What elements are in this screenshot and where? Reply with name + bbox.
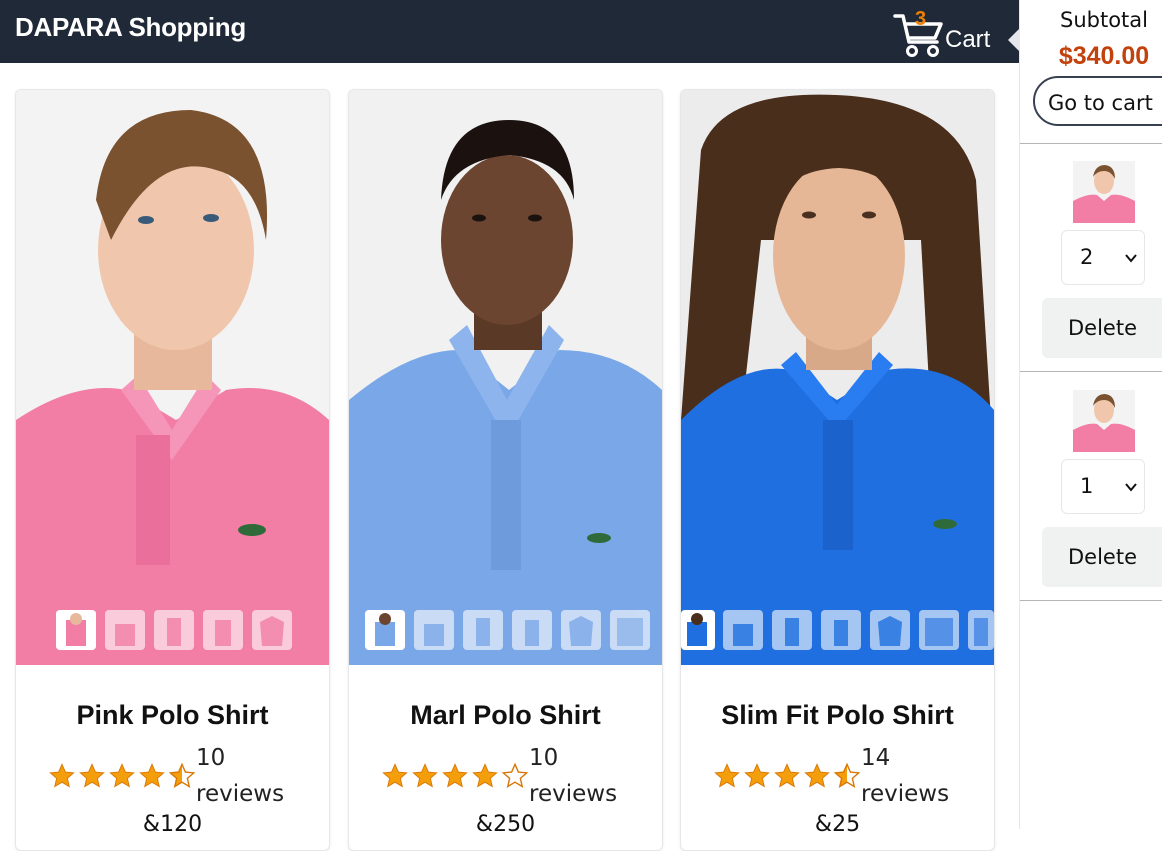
delete-button[interactable]: Delete (1042, 298, 1162, 358)
star-full-icon (109, 763, 135, 788)
cart-link[interactable]: 3 Cart (893, 8, 1003, 58)
star-full-icon (714, 763, 740, 788)
product-price: &25 (814, 812, 861, 837)
star-full-icon (442, 763, 468, 788)
star-rating (381, 762, 531, 790)
cart-count-badge: 3 (915, 8, 927, 30)
divider (1020, 143, 1162, 144)
star-full-icon (382, 763, 408, 788)
product-card: Slim Fit Polo Shirt 14 reviews &25 (680, 89, 995, 851)
quantity-value: 1 (1080, 474, 1094, 498)
product-card: Marl Polo Shirt 10 reviews &250 (348, 89, 663, 851)
product-image[interactable] (16, 90, 329, 665)
reviews-link[interactable]: 14 reviews (861, 740, 949, 812)
product-card: Pink Polo Shirt 10 reviews &120 (15, 89, 330, 851)
star-full-icon (472, 763, 498, 788)
divider (1020, 371, 1162, 372)
quantity-value: 2 (1080, 245, 1094, 269)
cart-item-image[interactable] (1073, 161, 1135, 223)
product-image[interactable] (349, 90, 662, 665)
product-image[interactable] (681, 90, 994, 665)
star-full-icon (79, 763, 105, 788)
top-navbar: DAPARA Shopping 3 Cart (0, 0, 1019, 63)
star-rating (48, 762, 198, 790)
product-name[interactable]: Marl Polo Shirt (349, 700, 662, 731)
subtotal-value: $340.00 (1058, 42, 1150, 70)
product-price: &120 (142, 812, 203, 837)
quantity-select[interactable]: 2 (1061, 230, 1145, 285)
divider (1020, 600, 1162, 601)
reviews-count: 14 (861, 745, 891, 771)
star-half-icon (833, 762, 861, 788)
brand-title[interactable]: DAPARA Shopping (15, 12, 246, 43)
subtotal-label: Subtotal (1060, 8, 1148, 32)
star-empty-icon (501, 762, 529, 788)
reviews-count: 10 (196, 745, 226, 771)
reviews-word: reviews (196, 781, 285, 807)
star-full-icon (744, 763, 770, 788)
chevron-down-icon (1125, 483, 1137, 492)
cart-sidebar: Subtotal $340.00 Go to cart 2 Delete 1 D… (1019, 0, 1162, 829)
delete-button[interactable]: Delete (1042, 527, 1162, 587)
star-full-icon (139, 763, 165, 788)
quantity-select[interactable]: 1 (1061, 459, 1145, 514)
star-full-icon (804, 763, 830, 788)
star-full-icon (774, 763, 800, 788)
star-half-icon (168, 762, 196, 788)
product-name[interactable]: Slim Fit Polo Shirt (681, 700, 994, 731)
reviews-count: 10 (529, 745, 559, 771)
reviews-word: reviews (861, 781, 950, 807)
star-full-icon (412, 763, 438, 788)
cart-item-image[interactable] (1073, 390, 1135, 452)
go-to-cart-button[interactable]: Go to cart (1033, 76, 1162, 126)
cart-label: Cart (945, 26, 991, 53)
star-full-icon (49, 763, 75, 788)
reviews-link[interactable]: 10 reviews (196, 740, 284, 812)
reviews-word: reviews (529, 781, 618, 807)
product-name[interactable]: Pink Polo Shirt (16, 700, 329, 731)
reviews-link[interactable]: 10 reviews (529, 740, 617, 812)
chevron-down-icon (1125, 254, 1137, 263)
star-rating (713, 762, 863, 790)
product-price: &250 (475, 812, 536, 837)
